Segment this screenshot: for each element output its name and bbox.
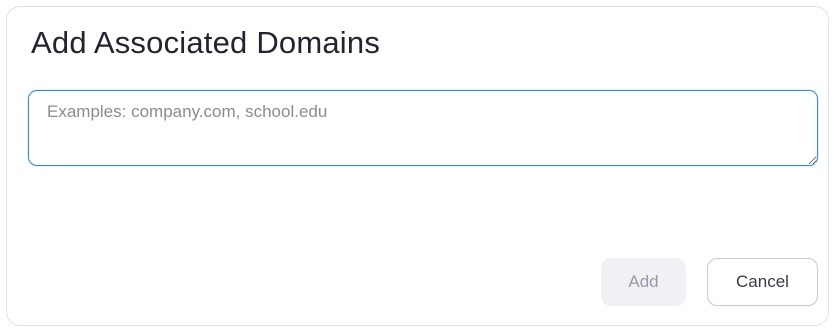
add-associated-domains-dialog: Add Associated Domains Add Cancel (6, 6, 829, 326)
add-button[interactable]: Add (601, 258, 686, 306)
cancel-button[interactable]: Cancel (707, 258, 818, 306)
dialog-title: Add Associated Domains (31, 25, 381, 60)
domains-input[interactable] (28, 90, 818, 166)
